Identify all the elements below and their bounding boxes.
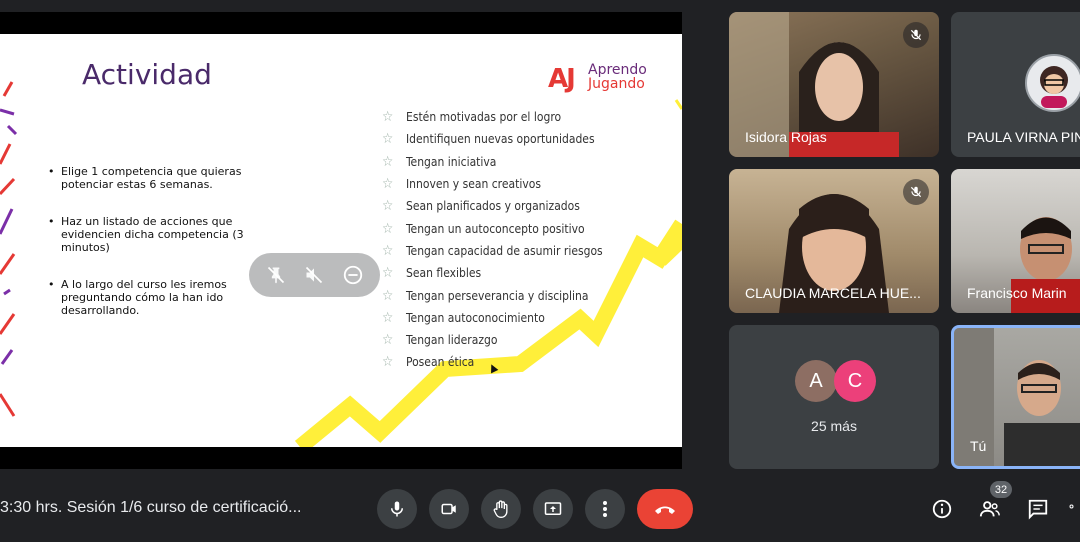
trait-label: Estén motivadas por el logro	[406, 110, 562, 125]
trait-item: ☆ Innoven y sean creativos	[382, 173, 603, 195]
bullet-item: Haz un listado de acciones que evidencie…	[48, 215, 288, 254]
trait-item: ☆ Tengan iniciativa	[382, 151, 603, 173]
star-icon: ☆	[382, 309, 394, 326]
traits-list: ☆ Estén motivadas por el logro ☆ Identifiq…	[382, 106, 603, 374]
star-icon: ☆	[382, 220, 394, 237]
chat-button[interactable]	[1025, 496, 1051, 522]
star-icon: ☆	[382, 198, 394, 215]
star-icon: ☆	[382, 287, 394, 304]
chat-icon	[1028, 499, 1048, 520]
trait-label: Tengan liderazgo	[406, 333, 498, 348]
bullet-item: Elige 1 competencia que quieras potencia…	[48, 165, 288, 191]
self-tile[interactable]: Tú	[951, 325, 1080, 469]
mic-off-icon	[903, 179, 929, 205]
mic-off-icon	[903, 22, 929, 48]
star-icon: ☆	[382, 176, 394, 193]
raise-hand-button[interactable]	[481, 489, 521, 529]
trait-item: ☆ Sean flexibles	[382, 262, 603, 284]
activity-bullets: Elige 1 competencia que quieras potencia…	[48, 165, 288, 341]
trait-label: Sean flexibles	[406, 266, 482, 281]
remove-icon[interactable]	[339, 261, 367, 289]
others-tile[interactable]: A C 25 más	[729, 325, 939, 469]
activities-icon	[1069, 504, 1074, 509]
avatar: C	[834, 360, 876, 402]
trait-label: Posean ética	[406, 355, 475, 370]
more-vert-icon	[603, 501, 607, 517]
star-icon: ☆	[382, 265, 394, 282]
mute-off-icon[interactable]	[300, 261, 328, 289]
trait-item: ☆ Identifiquen nuevas oportunidades	[382, 128, 603, 150]
trait-label: Tengan capacidad de asumir riesgos	[406, 243, 603, 258]
logo-mark: AJ	[548, 64, 576, 94]
present-button[interactable]	[533, 489, 573, 529]
people-button[interactable]	[977, 496, 1003, 522]
star-icon: ☆	[382, 131, 394, 148]
participant-tile[interactable]: PAULA VIRNA PIN	[951, 12, 1080, 157]
participant-tile[interactable]: CLAUDIA MARCELA HUE...	[729, 169, 939, 313]
logo-line-2: Jugando	[588, 76, 645, 92]
presentation-stage: Actividad AJ Aprendo Jugando Elige 1 com…	[0, 12, 682, 469]
aprendo-jugando-logo: AJ Aprendo Jugando	[548, 62, 668, 96]
star-icon: ☆	[382, 109, 394, 126]
meeting-title: 3:30 hrs. Sesión 1/6 curso de certificac…	[0, 499, 302, 516]
star-icon: ☆	[382, 354, 394, 371]
trait-item: ☆ Tengan autoconocimiento	[382, 307, 603, 329]
participant-name: CLAUDIA MARCELA HUE...	[745, 285, 921, 301]
trait-item: ☆ Tengan capacidad de asumir riesgos	[382, 240, 603, 262]
trait-item: ☆ Estén motivadas por el logro	[382, 106, 603, 128]
trait-label: Tengan autoconocimiento	[406, 310, 545, 325]
microphone-button[interactable]	[377, 489, 417, 529]
info-icon	[932, 499, 952, 519]
trait-label: Tengan iniciativa	[406, 154, 497, 169]
activities-button[interactable]	[1068, 496, 1080, 522]
slide-title: Actividad	[82, 58, 212, 91]
present-screen-icon	[544, 502, 562, 515]
participant-tile[interactable]: Isidora Rojas	[729, 12, 939, 157]
microphone-icon	[391, 501, 403, 517]
more-options-button[interactable]	[585, 489, 625, 529]
trait-item: ☆ Tengan liderazgo	[382, 329, 603, 351]
trait-label: Identifiquen nuevas oportunidades	[406, 132, 595, 147]
meeting-info-button[interactable]	[929, 496, 955, 522]
hand-icon	[493, 500, 508, 519]
participant-name: Isidora Rojas	[745, 129, 827, 145]
participant-name: PAULA VIRNA PIN	[967, 129, 1080, 145]
trait-label: Sean planificados y organizados	[406, 199, 580, 214]
star-icon: ☆	[382, 332, 394, 349]
trait-label: Tengan un autoconcepto positivo	[406, 221, 585, 236]
end-call-button[interactable]	[637, 489, 693, 529]
presentation-slide: Actividad AJ Aprendo Jugando Elige 1 com…	[0, 34, 682, 447]
trait-label: Innoven y sean creativos	[406, 177, 541, 192]
camera-icon	[441, 503, 456, 515]
pin-off-icon[interactable]	[262, 261, 290, 289]
star-icon: ☆	[382, 242, 394, 259]
camera-button[interactable]	[429, 489, 469, 529]
trait-item: ☆ Sean planificados y organizados	[382, 195, 603, 217]
more-participants-label: 25 más	[811, 418, 857, 434]
participant-name: Tú	[970, 438, 987, 454]
participant-name: Francisco Marin	[967, 285, 1067, 301]
people-icon	[979, 501, 1000, 517]
presentation-hover-controls	[249, 253, 380, 297]
participant-tile[interactable]: Francisco Marin	[951, 169, 1080, 313]
avatar	[1025, 54, 1080, 112]
end-call-icon	[655, 506, 675, 514]
trait-item: ☆ Tengan perseverancia y disciplina	[382, 284, 603, 306]
star-icon: ☆	[382, 153, 394, 170]
trait-label: Tengan perseverancia y disciplina	[406, 288, 589, 303]
trait-item: ☆ Tengan un autoconcepto positivo	[382, 217, 603, 239]
avatar: A	[795, 360, 837, 402]
